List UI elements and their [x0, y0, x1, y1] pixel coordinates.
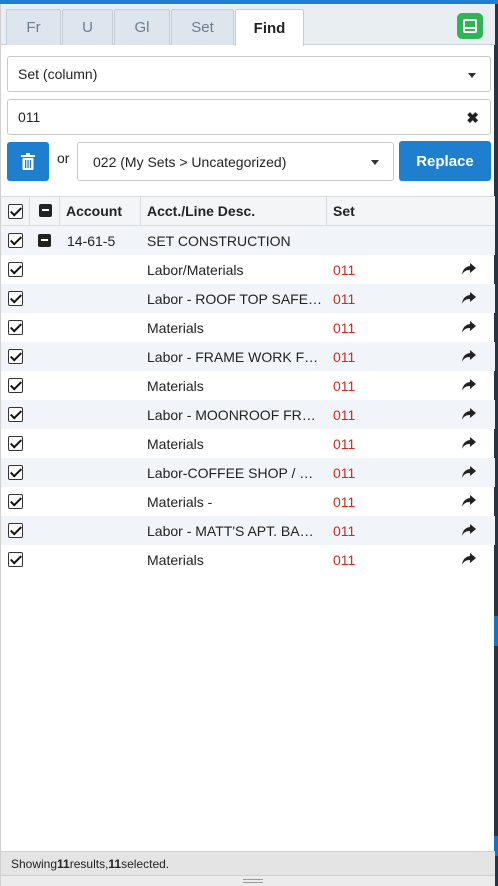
table-row[interactable]: Materials 011	[1, 371, 495, 400]
chevron-down-icon	[371, 160, 379, 165]
collapse-icon[interactable]	[38, 234, 51, 247]
row-desc: Materials -	[147, 493, 213, 510]
column-select-value: Set (column)	[18, 66, 98, 82]
share-icon[interactable]	[462, 495, 476, 507]
search-input[interactable]: 011 ✖	[7, 99, 491, 135]
row-checkbox[interactable]	[8, 233, 23, 248]
row-desc: Labor - MATT'S APT. BA…	[147, 522, 314, 539]
table-row[interactable]: Materials 011	[1, 545, 495, 574]
results-count: 11	[57, 856, 70, 871]
share-icon[interactable]	[462, 379, 476, 391]
selected-count: 11	[108, 856, 122, 871]
table-row[interactable]: Labor-COFFEE SHOP / … 011	[1, 458, 495, 487]
header-expand-cell	[29, 197, 59, 225]
share-icon[interactable]	[462, 524, 476, 536]
share-icon[interactable]	[462, 263, 476, 275]
collapse-all-icon[interactable]	[39, 204, 52, 217]
row-checkbox[interactable]	[8, 552, 23, 567]
row-desc: Labor - FRAME WORK F…	[147, 348, 319, 365]
header-desc[interactable]: Acct./Line Desc.	[140, 197, 326, 225]
table-row[interactable]: Labor/Materials 011	[1, 255, 495, 284]
row-set: 011	[333, 319, 356, 336]
row-set: 011	[333, 435, 356, 452]
find-replace-panel: Fr U Gl Set Find Set (column) 011 ✖ or 0…	[0, 4, 495, 886]
row-set: 011	[333, 377, 356, 394]
row-desc: Materials	[147, 551, 204, 568]
row-desc: Labor - ROOF TOP SAFE…	[147, 290, 323, 307]
row-set: 011	[333, 406, 356, 423]
tab-set[interactable]: Set	[171, 9, 234, 45]
replace-set-value: 022 (My Sets > Uncategorized)	[93, 153, 287, 170]
chevron-down-icon	[468, 73, 476, 78]
row-desc: Labor-COFFEE SHOP / …	[147, 464, 314, 481]
row-desc: Materials	[147, 319, 204, 336]
group-account: 14-61-5	[67, 232, 116, 249]
share-icon[interactable]	[462, 408, 476, 420]
status-suffix: selected.	[121, 856, 170, 871]
row-checkbox[interactable]	[8, 436, 23, 451]
table-header: Account Acct./Line Desc. Set	[1, 196, 495, 226]
header-set[interactable]: Set	[326, 197, 495, 225]
row-set: 011	[333, 522, 356, 539]
layout-toggle-button[interactable]	[457, 13, 483, 39]
select-all-checkbox[interactable]	[8, 204, 23, 219]
table-row[interactable]: Labor - ROOF TOP SAFE… 011	[1, 284, 495, 313]
tab-bar: Fr U Gl Set Find	[1, 4, 495, 46]
grip-icon	[243, 879, 263, 883]
replace-set-select[interactable]: 022 (My Sets > Uncategorized)	[77, 142, 394, 181]
row-set: 011	[333, 551, 356, 568]
table-row[interactable]: Materials 011	[1, 429, 495, 458]
table-row[interactable]: Labor - MATT'S APT. BA… 011	[1, 516, 495, 545]
trash-icon	[21, 153, 35, 170]
status-bar: Showing 11 results, 11 selected.	[1, 851, 495, 875]
row-set: 011	[333, 290, 356, 307]
table-row[interactable]: Labor - FRAME WORK F… 011	[1, 342, 495, 371]
row-checkbox[interactable]	[8, 291, 23, 306]
status-middle: results,	[69, 856, 109, 871]
share-icon[interactable]	[462, 466, 476, 478]
tab-u[interactable]: U	[62, 9, 113, 45]
table-row[interactable]: Labor - MOONROOF FR… 011	[1, 400, 495, 429]
share-icon[interactable]	[462, 553, 476, 565]
group-row[interactable]: 14-61-5 SET CONSTRUCTION	[1, 226, 495, 255]
share-icon[interactable]	[462, 321, 476, 333]
tab-fr[interactable]: Fr	[6, 9, 61, 45]
panel-layout-icon	[463, 19, 477, 33]
row-checkbox[interactable]	[8, 494, 23, 509]
resize-handle[interactable]	[1, 875, 495, 886]
row-desc: Materials	[147, 435, 204, 452]
tab-find[interactable]: Find	[235, 9, 304, 46]
row-set: 011	[333, 261, 356, 278]
row-desc: Materials	[147, 377, 204, 394]
row-checkbox[interactable]	[8, 407, 23, 422]
column-select[interactable]: Set (column)	[7, 56, 491, 92]
row-set: 011	[333, 493, 356, 510]
row-set: 011	[333, 348, 356, 365]
row-checkbox[interactable]	[8, 465, 23, 480]
row-checkbox[interactable]	[8, 378, 23, 393]
row-checkbox[interactable]	[8, 349, 23, 364]
row-checkbox[interactable]	[8, 262, 23, 277]
table-row[interactable]: Materials - 011	[1, 487, 495, 516]
row-checkbox[interactable]	[8, 320, 23, 335]
row-desc: Labor/Materials	[147, 261, 244, 278]
replace-button[interactable]: Replace	[399, 141, 491, 181]
group-desc: SET CONSTRUCTION	[147, 232, 291, 249]
share-icon[interactable]	[462, 350, 476, 362]
or-label: or	[57, 150, 70, 166]
row-set: 011	[333, 464, 356, 481]
row-checkbox[interactable]	[8, 523, 23, 538]
edge-accent	[494, 616, 498, 646]
clear-icon[interactable]: ✖	[466, 109, 479, 127]
delete-button[interactable]	[7, 142, 49, 181]
share-icon[interactable]	[462, 292, 476, 304]
table-row[interactable]: Materials 011	[1, 313, 495, 342]
status-prefix: Showing	[11, 856, 58, 871]
header-account[interactable]: Account	[59, 197, 140, 225]
row-desc: Labor - MOONROOF FR…	[147, 406, 316, 423]
results-table: Account Acct./Line Desc. Set 14-61-5 SET…	[1, 196, 495, 574]
tab-gl[interactable]: Gl	[114, 9, 170, 45]
search-input-value: 011	[18, 109, 41, 125]
share-icon[interactable]	[462, 437, 476, 449]
